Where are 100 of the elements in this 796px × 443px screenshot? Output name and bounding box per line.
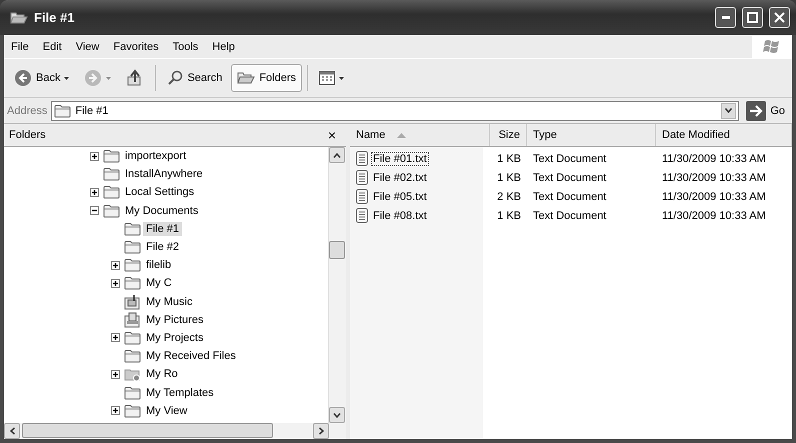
scroll-thumb[interactable] — [22, 423, 273, 438]
expand-toggle[interactable] — [111, 260, 120, 270]
folder-icon — [103, 185, 120, 200]
menu-item[interactable]: View — [68, 40, 106, 52]
text-file-icon — [356, 189, 368, 204]
text-file-icon — [356, 151, 368, 166]
maximize-button[interactable] — [742, 7, 763, 28]
chevron-down-icon — [725, 108, 732, 113]
folder-icon — [103, 167, 120, 182]
expand-toggle[interactable] — [90, 152, 99, 161]
menu-item[interactable]: Favorites — [106, 40, 166, 52]
chevron-right-icon — [318, 427, 324, 435]
menu-item[interactable]: Edit — [36, 40, 69, 52]
expand-toggle[interactable] — [111, 278, 120, 288]
folder-icon — [103, 149, 120, 164]
file-name[interactable]: File #02.txt — [371, 170, 429, 184]
column-header[interactable]: Name — [350, 124, 490, 146]
date-modified: 11/30/2009 10:33 AM — [662, 172, 766, 184]
search-button[interactable]: Search — [161, 64, 228, 92]
tree-item[interactable]: My Pictures — [143, 312, 206, 327]
file-size: 2 KB — [497, 190, 521, 202]
sort-ascending-icon — [397, 132, 406, 138]
music-folder-icon — [124, 294, 141, 310]
tree-item[interactable]: My Documents — [122, 204, 202, 218]
expand-toggle[interactable] — [111, 370, 120, 379]
file-name[interactable]: File #05.txt — [371, 190, 429, 204]
close-icon — [774, 12, 785, 23]
arrow-right-icon — [746, 100, 766, 120]
pictures-folder-icon — [124, 312, 141, 328]
tree-item[interactable]: File #1 — [143, 222, 182, 236]
scroll-thumb[interactable] — [329, 241, 345, 259]
dropdown-button[interactable] — [721, 102, 736, 118]
expand-toggle[interactable] — [111, 333, 120, 342]
close-pane-button[interactable]: × — [328, 127, 336, 143]
folders-button[interactable]: Folders — [231, 64, 302, 92]
tree-item[interactable]: My Projects — [143, 330, 206, 345]
text-file-icon — [356, 170, 368, 185]
folder-icon — [10, 10, 28, 24]
go-button[interactable]: Go — [743, 100, 788, 120]
tree-item[interactable]: importexport — [122, 149, 190, 164]
views-grid-icon — [319, 71, 336, 85]
collapse-toggle[interactable] — [90, 206, 99, 216]
chevron-up-icon — [333, 152, 341, 158]
tree-item[interactable]: My Templates — [143, 386, 217, 400]
caret-icon — [64, 76, 70, 80]
date-modified: 11/30/2009 10:33 AM — [662, 210, 766, 222]
menu-item[interactable]: File — [4, 40, 36, 52]
tree-item[interactable]: Local Settings — [122, 185, 198, 200]
column-header[interactable]: Type — [527, 124, 656, 146]
window-title: File #1 — [34, 10, 76, 25]
address-label: Address — [7, 104, 48, 116]
text-file-icon — [356, 208, 368, 223]
tree-item[interactable]: filelib — [143, 258, 174, 272]
folder-icon — [237, 71, 256, 85]
date-modified: 11/30/2009 10:33 AM — [662, 152, 766, 164]
minimize-button[interactable] — [715, 7, 736, 28]
back-button[interactable]: Back — [8, 64, 76, 92]
date-modified: 11/30/2009 10:33 AM — [662, 190, 766, 202]
file-name[interactable]: File #01.txt — [371, 152, 429, 166]
file-size: 1 KB — [497, 172, 521, 184]
folder-icon — [124, 404, 141, 418]
caret-icon — [339, 76, 344, 80]
search-icon — [167, 70, 184, 86]
shared-folder-icon — [124, 366, 141, 382]
caret-icon — [106, 76, 112, 80]
horizontal-scrollbar[interactable] — [4, 423, 346, 439]
tree-item[interactable]: My Ro — [143, 367, 181, 382]
file-size: 1 KB — [497, 210, 521, 222]
folder-icon — [124, 330, 141, 345]
file-name[interactable]: File #08.txt — [371, 208, 429, 222]
column-header[interactable]: Size — [490, 124, 527, 146]
file-type: Text Document — [533, 172, 606, 184]
file-type: Text Document — [533, 190, 606, 202]
folder-icon — [124, 258, 141, 272]
file-size: 1 KB — [497, 152, 521, 164]
close-button[interactable] — [769, 7, 790, 28]
expand-toggle[interactable] — [90, 188, 99, 197]
vertical-scrollbar[interactable] — [328, 147, 346, 423]
folder-icon — [124, 386, 141, 400]
chevron-down-icon — [333, 412, 341, 418]
folder-icon — [103, 204, 120, 218]
tree-item[interactable]: My C — [143, 276, 175, 290]
tree-item[interactable]: My Received Files — [143, 349, 239, 364]
chevron-left-icon — [10, 427, 14, 435]
tree-item[interactable]: My Music — [143, 294, 196, 309]
maximize-icon — [747, 12, 758, 23]
menu-item[interactable]: Help — [205, 40, 242, 52]
minimize-icon — [722, 16, 730, 19]
column-header[interactable]: Date Modified — [656, 124, 792, 146]
address-field[interactable]: File #1 — [51, 100, 740, 120]
tree-item[interactable]: My View — [143, 404, 190, 418]
tree-item[interactable]: File #2 — [143, 240, 182, 254]
folder-icon — [124, 276, 141, 290]
folder-icon — [124, 222, 141, 236]
folder-icon — [124, 349, 141, 364]
expand-toggle[interactable] — [111, 406, 120, 416]
file-type: Text Document — [533, 210, 606, 222]
menu-item[interactable]: Tools — [166, 40, 206, 52]
tree-item[interactable]: InstallAnywhere — [122, 167, 206, 182]
folder-icon — [124, 240, 141, 254]
